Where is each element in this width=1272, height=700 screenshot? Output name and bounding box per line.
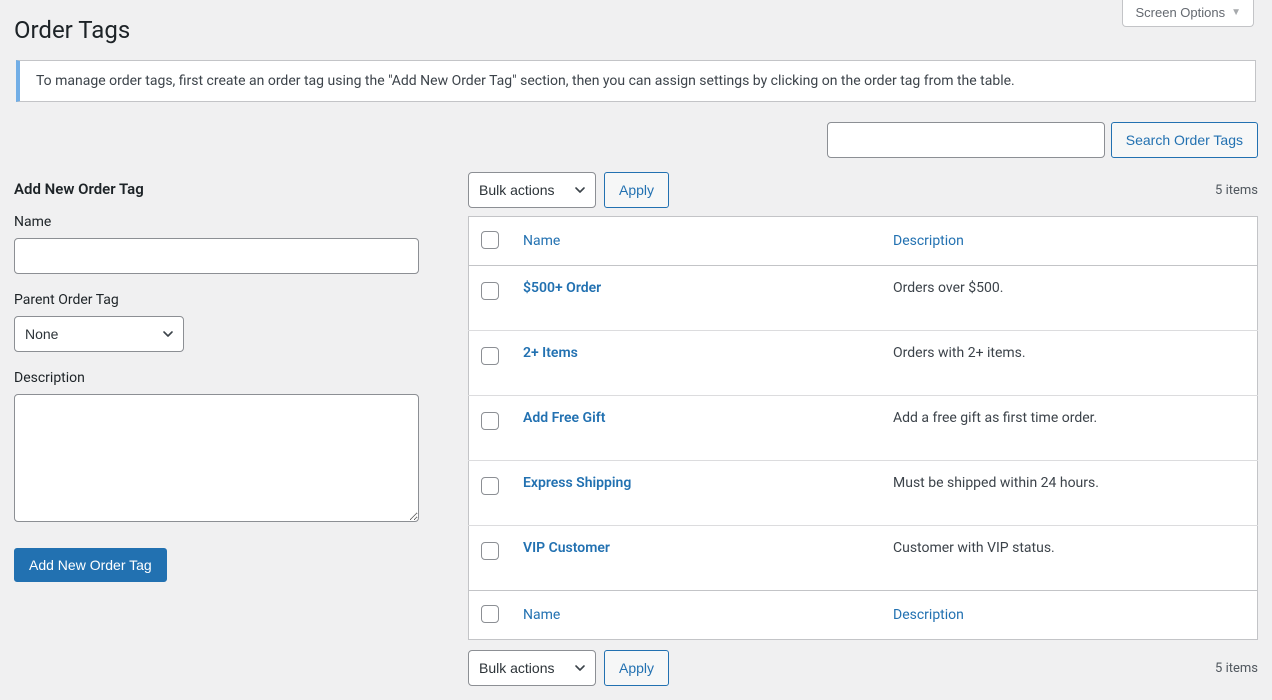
info-notice: To manage order tags, first create an or… xyxy=(16,60,1256,102)
row-checkbox[interactable] xyxy=(481,412,499,430)
items-count-bottom: 5 items xyxy=(1215,661,1258,676)
column-footer-name[interactable]: Name xyxy=(523,607,560,623)
row-checkbox[interactable] xyxy=(481,477,499,495)
row-description: Add a free gift as first time order. xyxy=(881,396,1258,461)
row-title[interactable]: VIP Customer xyxy=(523,540,610,556)
form-heading: Add New Order Tag xyxy=(14,180,432,198)
column-header-name[interactable]: Name xyxy=(523,233,560,249)
parent-label: Parent Order Tag xyxy=(14,292,432,308)
search-input[interactable] xyxy=(827,122,1105,158)
bulk-actions-select-bottom[interactable]: Bulk actions xyxy=(468,650,596,686)
items-count-top: 5 items xyxy=(1215,183,1258,198)
row-title[interactable]: Express Shipping xyxy=(523,475,631,491)
apply-button-top[interactable]: Apply xyxy=(604,172,669,208)
apply-button-bottom[interactable]: Apply xyxy=(604,650,669,686)
table-row: Express Shipping Must be shipped within … xyxy=(469,461,1258,526)
notice-text: To manage order tags, first create an or… xyxy=(36,73,1015,89)
row-title[interactable]: 2+ Items xyxy=(523,345,578,361)
column-header-description[interactable]: Description xyxy=(893,233,964,249)
row-checkbox[interactable] xyxy=(481,282,499,300)
screen-options-label: Screen Options xyxy=(1135,5,1225,20)
description-label: Description xyxy=(14,370,432,386)
row-description: Orders over $500. xyxy=(881,266,1258,331)
caret-down-icon: ▼ xyxy=(1231,7,1241,18)
table-row: $500+ Order Orders over $500. xyxy=(469,266,1258,331)
name-input[interactable] xyxy=(14,238,419,274)
row-title[interactable]: $500+ Order xyxy=(523,280,601,296)
description-textarea[interactable] xyxy=(14,394,419,522)
table-row: VIP Customer Customer with VIP status. xyxy=(469,526,1258,591)
column-footer-description[interactable]: Description xyxy=(893,607,964,623)
table-row: Add Free Gift Add a free gift as first t… xyxy=(469,396,1258,461)
row-description: Customer with VIP status. xyxy=(881,526,1258,591)
select-all-checkbox-bottom[interactable] xyxy=(481,605,499,623)
add-new-order-tag-button[interactable]: Add New Order Tag xyxy=(14,548,167,582)
row-description: Must be shipped within 24 hours. xyxy=(881,461,1258,526)
order-tags-table: Name Description $500+ Order Orders over… xyxy=(468,216,1258,640)
select-all-checkbox-top[interactable] xyxy=(481,231,499,249)
table-row: 2+ Items Orders with 2+ items. xyxy=(469,331,1258,396)
screen-options-button[interactable]: Screen Options ▼ xyxy=(1122,0,1254,27)
row-checkbox[interactable] xyxy=(481,542,499,560)
search-button[interactable]: Search Order Tags xyxy=(1111,122,1258,158)
name-label: Name xyxy=(14,214,432,230)
row-checkbox[interactable] xyxy=(481,347,499,365)
page-title: Order Tags xyxy=(14,16,1258,44)
row-description: Orders with 2+ items. xyxy=(881,331,1258,396)
parent-select[interactable]: None xyxy=(14,316,184,352)
row-title[interactable]: Add Free Gift xyxy=(523,410,605,426)
bulk-actions-select-top[interactable]: Bulk actions xyxy=(468,172,596,208)
